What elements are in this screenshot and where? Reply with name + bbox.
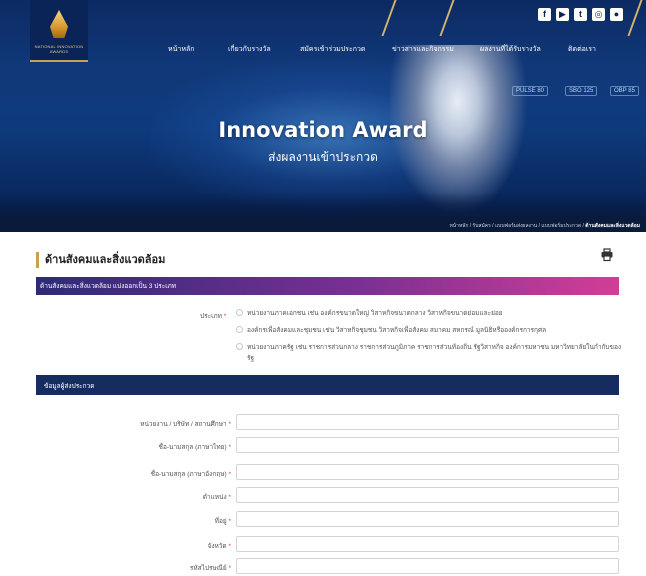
hud-readout: OBP 85	[610, 86, 639, 96]
required-marker: *	[223, 313, 227, 320]
form-field-address: ที่อยู่ *	[36, 511, 619, 527]
applicant-section-bar: ข้อมูลผู้ส่งประกวด	[36, 375, 619, 395]
hero-subtitle: ส่งผลงานเข้าประกวด	[268, 150, 378, 164]
field-label: ชื่อ-นามสกุล (ภาษาไทย) *	[158, 444, 231, 451]
breadcrumb-item[interactable]: แบบฟอร์มประกวด	[541, 223, 581, 229]
category-option-label: องค์กรเพื่อสังคมและชุมชน เช่น วิสาหกิจชุ…	[247, 327, 547, 334]
nav-item-home[interactable]: หน้าหลัก	[168, 44, 194, 55]
field-label: ชื่อ-นามสกุล (ภาษาอังกฤษ) *	[150, 471, 231, 478]
category-option-label: หน่วยงานภาครัฐ เช่น ราชการส่วนกลาง ราชกา…	[247, 344, 622, 362]
category-option-label: หน่วยงานภาคเอกชน เช่น องค์กรขนาดใหญ่ วิส…	[247, 310, 503, 317]
field-label: รหัสไปรษณีย์ *	[189, 565, 231, 572]
header-divider	[381, 0, 397, 36]
form-field-organization: หน่วยงาน / บริษัท / สถานศึกษา *	[36, 414, 619, 430]
applicant-section-label: ข้อมูลผู้ส่งประกวด	[44, 383, 95, 390]
user-icon[interactable]: ●	[610, 8, 623, 21]
address-input[interactable]	[236, 511, 619, 527]
organization-input[interactable]	[236, 414, 619, 430]
radio-button[interactable]	[236, 309, 243, 316]
form-field-name-en: ชื่อ-นามสกุล (ภาษาอังกฤษ) *	[36, 464, 619, 480]
nav-item-about[interactable]: เกี่ยวกับรางวัล	[228, 44, 271, 55]
twitter-icon[interactable]: t	[574, 8, 587, 21]
printer-icon[interactable]	[600, 248, 614, 262]
nav-item-news[interactable]: ข่าวสารและกิจกรรม	[392, 44, 454, 55]
category-option[interactable]: หน่วยงานภาครัฐ เช่น ราชการส่วนกลาง ราชกา…	[236, 342, 622, 364]
social-links: f ▶ t ◎ ●	[538, 8, 623, 21]
radio-button[interactable]	[236, 343, 243, 350]
form-field-postcode: รหัสไปรษณีย์ *	[36, 558, 619, 574]
radio-button[interactable]	[236, 326, 243, 333]
hero-banner: PULSE 80 SBO 125 OBP 85 NATIONAL INNOVAT…	[0, 0, 646, 232]
header-divider	[627, 0, 643, 36]
field-label: ที่อยู่ *	[214, 518, 231, 525]
hud-readout: PULSE 80	[512, 86, 549, 96]
breadcrumb-current: ด้านสังคมและสิ่งแวดล้อม	[585, 223, 640, 229]
name-th-input[interactable]	[236, 437, 619, 453]
hud-readout: SBO 125	[565, 86, 598, 96]
form-field-position: ตำแหน่ง *	[36, 487, 619, 503]
breadcrumb-item[interactable]: แบบฟอร์มส่งผลงาน	[495, 223, 537, 229]
main-nav: หน้าหลัก เกี่ยวกับรางวัล สมัครเข้าร่วมปร…	[0, 40, 646, 60]
breadcrumb: หน้าหลัก / รับสมัคร / แบบฟอร์มส่งผลงาน /…	[449, 223, 640, 229]
page-title-block: ด้านสังคมและสิ่งแวดล้อม	[36, 252, 165, 268]
category-option[interactable]: องค์กรเพื่อสังคมและชุมชน เช่น วิสาหกิจชุ…	[236, 325, 622, 336]
category-label-text: ประเภท	[200, 313, 222, 320]
field-label: ตำแหน่ง *	[202, 494, 231, 501]
page-title: ด้านสังคมและสิ่งแวดล้อม	[45, 254, 166, 266]
category-option[interactable]: หน่วยงานภาคเอกชน เช่น องค์กรขนาดใหญ่ วิส…	[236, 308, 622, 319]
breadcrumb-item[interactable]: หน้าหลัก	[449, 223, 468, 229]
breadcrumb-item[interactable]: รับสมัคร	[473, 223, 491, 229]
instagram-icon[interactable]: ◎	[592, 8, 605, 21]
category-label: ประเภท *	[200, 311, 226, 321]
facebook-icon[interactable]: f	[538, 8, 551, 21]
field-label: จังหวัด *	[207, 543, 231, 550]
award-flame-icon	[50, 10, 68, 38]
nav-item-winners[interactable]: ผลงานที่ได้รับรางวัล	[480, 44, 541, 55]
name-en-input[interactable]	[236, 464, 619, 480]
hero-title: Innovation Award	[218, 118, 428, 142]
form-field-name-th: ชื่อ-นามสกุล (ภาษาไทย) *	[36, 437, 619, 453]
nav-item-apply[interactable]: สมัครเข้าร่วมประกวด	[300, 44, 365, 55]
category-section-label: ด้านสังคมและสิ่งแวดล้อม แบ่งออกเป็น 3 ปร…	[40, 283, 177, 290]
position-input[interactable]	[236, 487, 619, 503]
form-field-province: จังหวัด *	[36, 536, 619, 552]
nav-item-contact[interactable]: ติดต่อเรา	[568, 44, 596, 55]
field-label: หน่วยงาน / บริษัท / สถานศึกษา *	[140, 421, 231, 428]
category-section-bar: ด้านสังคมและสิ่งแวดล้อม แบ่งออกเป็น 3 ปร…	[36, 277, 619, 295]
header-divider	[439, 0, 455, 36]
postcode-input[interactable]	[236, 558, 619, 574]
province-input[interactable]	[236, 536, 619, 552]
youtube-icon[interactable]: ▶	[556, 8, 569, 21]
